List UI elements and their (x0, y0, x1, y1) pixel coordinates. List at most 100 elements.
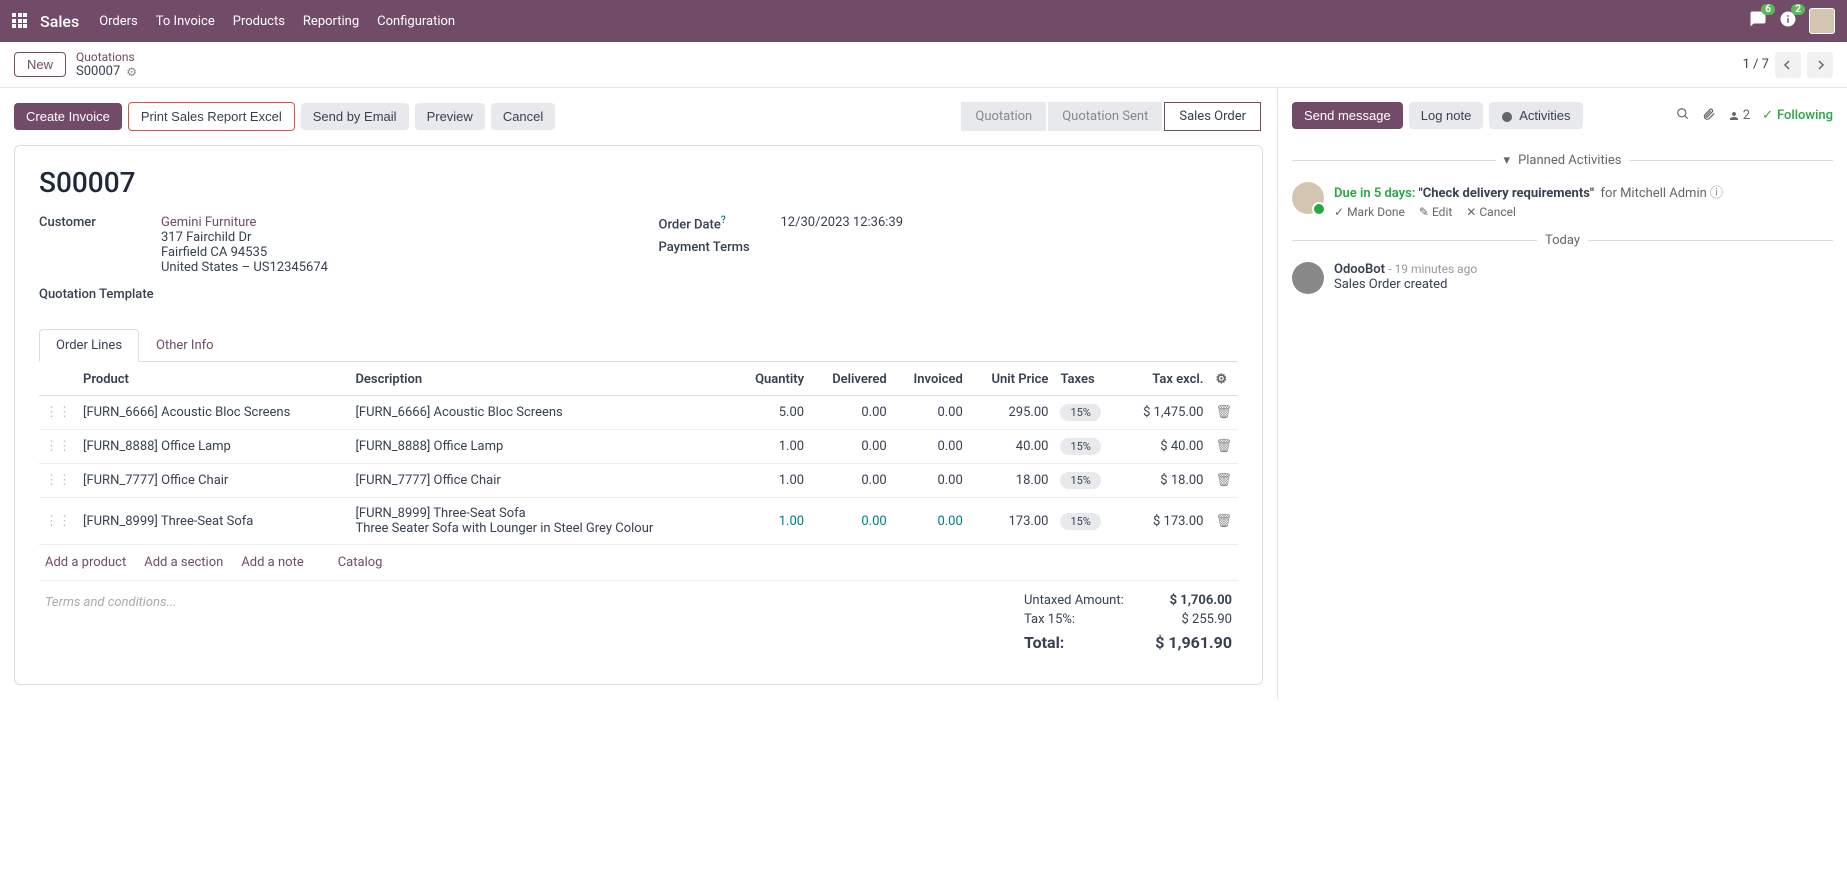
tax-value: $ 255.90 (1182, 612, 1233, 627)
cell-product[interactable]: [FURN_8888] Office Lamp (77, 430, 349, 464)
tab-other-info[interactable]: Other Info (139, 329, 231, 362)
send-message-button[interactable]: Send message (1292, 102, 1403, 129)
planned-activities-header[interactable]: ▾ Planned Activities (1292, 153, 1833, 168)
edit-activity-button[interactable]: ✎ Edit (1419, 205, 1452, 219)
log-note-button[interactable]: Log note (1409, 102, 1484, 129)
add-product-link[interactable]: Add a product (45, 555, 126, 570)
nav-orders[interactable]: Orders (99, 14, 138, 29)
cell-delivered[interactable]: 0.00 (810, 396, 893, 430)
help-icon[interactable]: ? (721, 215, 726, 226)
cell-description[interactable]: [FURN_8999] Three-Seat SofaThree Seater … (349, 498, 734, 545)
cell-description[interactable]: [FURN_8888] Office Lamp (349, 430, 734, 464)
add-note-link[interactable]: Add a note (241, 555, 303, 570)
tab-order-lines[interactable]: Order Lines (39, 329, 139, 362)
col-unit-price: Unit Price (969, 364, 1055, 396)
apps-icon[interactable] (12, 13, 28, 29)
cancel-button[interactable]: Cancel (491, 103, 555, 130)
activity-summary[interactable]: "Check delivery requirements" (1419, 186, 1594, 201)
table-row[interactable]: ⋮⋮ [FURN_8888] Office Lamp [FURN_8888] O… (39, 430, 1238, 464)
cell-unit-price[interactable]: 40.00 (969, 430, 1055, 464)
app-brand[interactable]: Sales (40, 12, 79, 31)
cell-delivered[interactable]: 0.00 (810, 498, 893, 545)
breadcrumb-parent[interactable]: Quotations (76, 50, 137, 64)
log-avatar[interactable] (1292, 262, 1324, 294)
cell-quantity[interactable]: 1.00 (734, 498, 810, 545)
col-invoiced: Invoiced (893, 364, 969, 396)
status-bar: Quotation Quotation Sent Sales Order (961, 102, 1263, 131)
cell-invoiced[interactable]: 0.00 (893, 498, 969, 545)
nav-to-invoice[interactable]: To Invoice (156, 14, 215, 29)
cell-description[interactable]: [FURN_6666] Acoustic Bloc Screens (349, 396, 734, 430)
customer-name[interactable]: Gemini Furniture (161, 215, 328, 230)
cancel-activity-button[interactable]: ✕ Cancel (1466, 205, 1516, 219)
attachment-icon[interactable] (1702, 107, 1716, 125)
cell-taxes[interactable]: 15% (1054, 498, 1119, 545)
catalog-link[interactable]: Catalog (338, 555, 383, 570)
cell-subtotal: $ 173.00 (1120, 498, 1210, 545)
cell-unit-price[interactable]: 18.00 (969, 464, 1055, 498)
customer-addr-line1: 317 Fairchild Dr (161, 230, 328, 245)
nav-configuration[interactable]: Configuration (377, 14, 455, 29)
add-section-link[interactable]: Add a section (144, 555, 223, 570)
cell-delivered[interactable]: 0.00 (810, 464, 893, 498)
drag-handle-icon[interactable]: ⋮⋮ (45, 514, 71, 529)
messages-icon[interactable]: 6 (1749, 10, 1767, 32)
order-date-value[interactable]: 12/30/2023 12:36:39 (781, 215, 904, 230)
pager-text[interactable]: 1 / 7 (1743, 57, 1769, 72)
nav-products[interactable]: Products (233, 14, 285, 29)
search-icon[interactable] (1676, 107, 1690, 125)
cell-delivered[interactable]: 0.00 (810, 430, 893, 464)
cell-taxes[interactable]: 15% (1054, 396, 1119, 430)
table-row[interactable]: ⋮⋮ [FURN_6666] Acoustic Bloc Screens [FU… (39, 396, 1238, 430)
cell-product[interactable]: [FURN_7777] Office Chair (77, 464, 349, 498)
columns-settings-icon[interactable]: ⚙ (1215, 372, 1227, 387)
table-row[interactable]: ⋮⋮ [FURN_8999] Three-Seat Sofa [FURN_899… (39, 498, 1238, 545)
drag-handle-icon[interactable]: ⋮⋮ (45, 405, 71, 420)
gear-icon[interactable]: ⚙ (126, 65, 137, 79)
log-author[interactable]: OdooBot (1334, 262, 1385, 277)
trash-icon[interactable]: 🗑 (1215, 439, 1232, 454)
create-invoice-button[interactable]: Create Invoice (14, 103, 122, 130)
trash-icon[interactable]: 🗑 (1215, 405, 1232, 420)
drag-handle-icon[interactable]: ⋮⋮ (45, 439, 71, 454)
followers-count[interactable]: 2 (1728, 108, 1750, 123)
pager-prev[interactable] (1775, 52, 1801, 78)
send-email-button[interactable]: Send by Email (301, 103, 409, 130)
cell-unit-price[interactable]: 295.00 (969, 396, 1055, 430)
cell-description[interactable]: [FURN_7777] Office Chair (349, 464, 734, 498)
cell-invoiced[interactable]: 0.00 (893, 430, 969, 464)
cell-subtotal: $ 40.00 (1120, 430, 1210, 464)
drag-handle-icon[interactable]: ⋮⋮ (45, 473, 71, 488)
activities-icon[interactable]: 2 (1779, 10, 1797, 32)
totals-box: Untaxed Amount:$ 1,706.00 Tax 15%:$ 255.… (1018, 581, 1238, 664)
info-icon[interactable]: ⓘ (1710, 186, 1723, 201)
user-avatar[interactable] (1809, 8, 1835, 34)
cell-invoiced[interactable]: 0.00 (893, 464, 969, 498)
status-quotation[interactable]: Quotation (961, 102, 1046, 131)
status-quotation-sent[interactable]: Quotation Sent (1048, 102, 1162, 131)
cell-taxes[interactable]: 15% (1054, 464, 1119, 498)
terms-input[interactable]: Terms and conditions... (39, 581, 1018, 664)
table-row[interactable]: ⋮⋮ [FURN_7777] Office Chair [FURN_7777] … (39, 464, 1238, 498)
preview-button[interactable]: Preview (415, 103, 485, 130)
cell-unit-price[interactable]: 173.00 (969, 498, 1055, 545)
trash-icon[interactable]: 🗑 (1215, 473, 1232, 488)
cell-product[interactable]: [FURN_6666] Acoustic Bloc Screens (77, 396, 349, 430)
cell-quantity[interactable]: 1.00 (734, 464, 810, 498)
new-button[interactable]: New (14, 52, 66, 77)
following-button[interactable]: ✓ Following (1762, 108, 1833, 123)
cell-subtotal: $ 18.00 (1120, 464, 1210, 498)
activity-avatar[interactable] (1292, 182, 1324, 214)
cell-quantity[interactable]: 5.00 (734, 396, 810, 430)
cell-taxes[interactable]: 15% (1054, 430, 1119, 464)
cell-quantity[interactable]: 1.00 (734, 430, 810, 464)
pager-next[interactable] (1807, 52, 1833, 78)
trash-icon[interactable]: 🗑 (1215, 514, 1232, 529)
print-sales-report-button[interactable]: Print Sales Report Excel (128, 102, 295, 131)
cell-product[interactable]: [FURN_8999] Three-Seat Sofa (77, 498, 349, 545)
cell-invoiced[interactable]: 0.00 (893, 396, 969, 430)
mark-done-button[interactable]: ✓ Mark Done (1334, 205, 1405, 219)
status-sales-order[interactable]: Sales Order (1164, 102, 1261, 131)
activities-button[interactable]: Activities (1489, 102, 1582, 129)
nav-reporting[interactable]: Reporting (303, 14, 359, 29)
